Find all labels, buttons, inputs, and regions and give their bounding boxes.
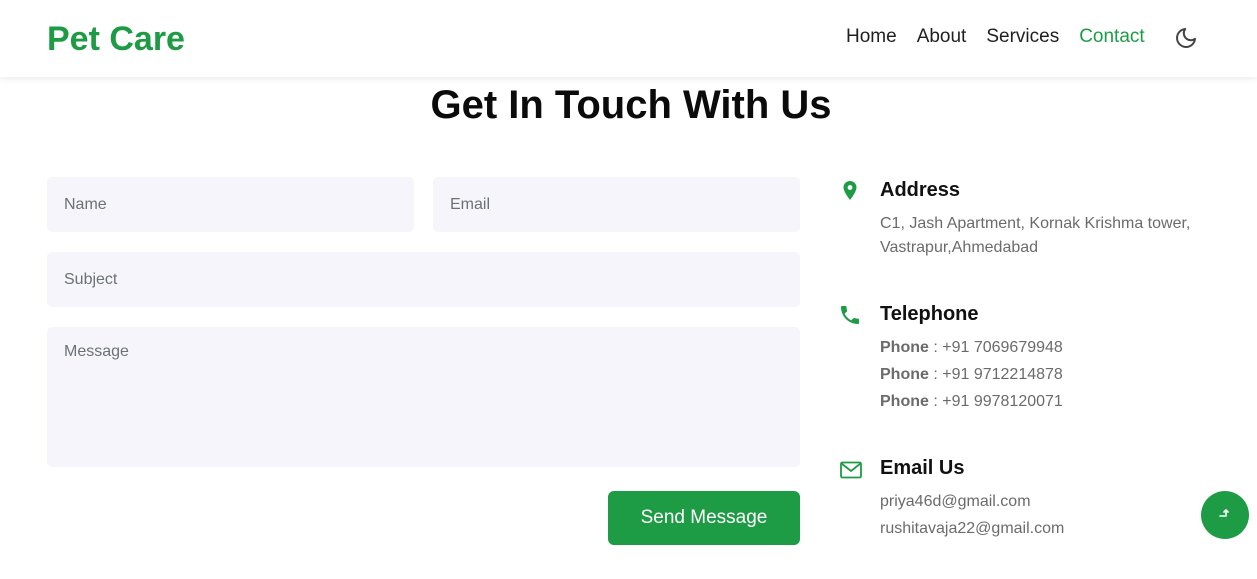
phone-line-2: Phone : +91 9712214878 [880,363,1063,387]
arrow-up-icon [1216,504,1234,527]
address-line-2: Vastrapur,Ahmedabad [880,239,1039,256]
nav-link-about[interactable]: About [917,26,967,48]
page-title: Get In Touch With Us [430,83,832,127]
phone-number[interactable]: : +91 9712214878 [933,366,1062,383]
scroll-to-top-button[interactable] [1201,491,1249,539]
send-message-button[interactable]: Send Message [608,491,800,545]
map-pin-icon [838,179,862,203]
phone-label: Phone [880,366,929,383]
email-address-2[interactable]: rushitavaja22@gmail.com [880,517,1064,541]
phone-label: Phone [880,339,929,356]
name-input[interactable] [47,177,414,232]
nav-link-home[interactable]: Home [846,26,897,48]
nav-link-services[interactable]: Services [986,26,1059,48]
phone-number[interactable]: : +91 9978120071 [933,393,1062,410]
phone-label: Phone [880,393,929,410]
phone-line-1: Phone : +91 7069679948 [880,336,1063,360]
navbar: Pet Care Home About Services Contact [0,0,1257,77]
nav-menu: Home About Services Contact [846,26,1165,48]
moon-icon[interactable] [1174,26,1198,50]
nav-link-contact[interactable]: Contact [1079,26,1144,48]
address-heading: Address [880,179,961,201]
telephone-heading: Telephone [880,303,979,325]
email-heading: Email Us [880,457,965,479]
phone-number[interactable]: : +91 7069679948 [933,339,1062,356]
email-address-1[interactable]: priya46d@gmail.com [880,490,1031,514]
phone-icon [838,303,862,327]
brand-logo[interactable]: Pet Care [47,20,185,58]
subject-input[interactable] [47,252,800,307]
message-textarea[interactable] [47,327,800,467]
email-input[interactable] [433,177,800,232]
envelope-icon [839,458,863,482]
phone-line-3: Phone : +91 9978120071 [880,390,1063,414]
address-line-1: C1, Jash Apartment, Kornak Krishma tower… [880,215,1191,232]
